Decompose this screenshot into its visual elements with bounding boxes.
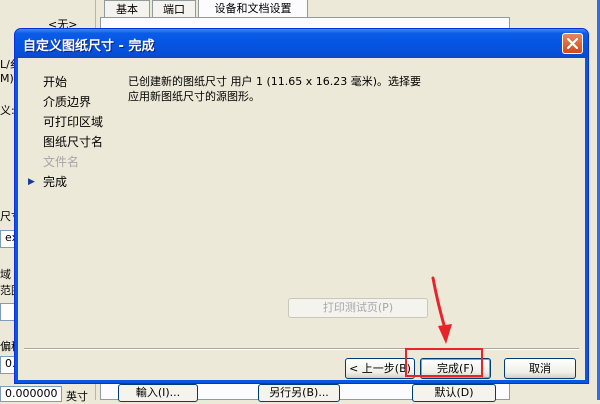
bg-import-button[interactable]: 輸入(I)... — [118, 384, 198, 402]
wizard-step: 介质边界 — [43, 95, 92, 109]
wizard-step: 文件名 — [43, 155, 80, 169]
dialog-title-bar[interactable]: 自定义图纸尺寸 - 完成 — [15, 29, 588, 58]
bg-unit-label: 英寸 — [66, 390, 88, 403]
finish-button-highlight — [405, 348, 483, 377]
print-test-page-button[interactable]: 打印测试页(P) — [288, 298, 428, 318]
tab-basic[interactable]: 基本 — [104, 0, 150, 17]
button-separator — [24, 348, 579, 350]
completion-message: 已创建新的图纸尺寸 用户 1 (11.65 x 16.23 毫米)。选择要应用新… — [128, 75, 422, 103]
bg-label: 义: — [0, 104, 15, 117]
wizard-step-list: 开始 介质边界 可打印区域 图纸尺寸名 文件名 ▶ 完成 — [28, 72, 103, 192]
close-icon — [567, 38, 578, 49]
close-button[interactable] — [562, 33, 583, 54]
wizard-step: 图纸尺寸名 — [43, 135, 104, 149]
bg-default-button[interactable]: 默认(D) — [412, 384, 496, 402]
wizard-step-current: ▶ 完成 — [28, 172, 103, 192]
tab-device-document-settings[interactable]: 设备和文档设置 — [198, 0, 308, 17]
dialog-body: 开始 介质边界 可打印区域 图纸尺寸名 文件名 ▶ 完成 已创建新的图纸尺寸 用… — [18, 58, 585, 380]
current-step-arrow-icon: ▶ — [28, 177, 35, 187]
custom-paper-size-dialog: 自定义图纸尺寸 - 完成 开始 介质边界 可打印区域 图纸尺寸名 文件名 ▶ 完… — [14, 28, 589, 384]
dialog-title: 自定义图纸尺寸 - 完成 — [23, 39, 155, 54]
bg-label: M) — [0, 72, 14, 85]
cancel-button[interactable]: 取消 — [504, 358, 576, 379]
wizard-step: 开始 — [43, 75, 68, 89]
wizard-step: 可打印区域 — [43, 115, 104, 129]
bg-label: 域 — [0, 268, 11, 281]
tab-port[interactable]: 端口 — [152, 0, 196, 17]
bg-save-as-button[interactable]: 另行另(B)... — [258, 384, 340, 402]
